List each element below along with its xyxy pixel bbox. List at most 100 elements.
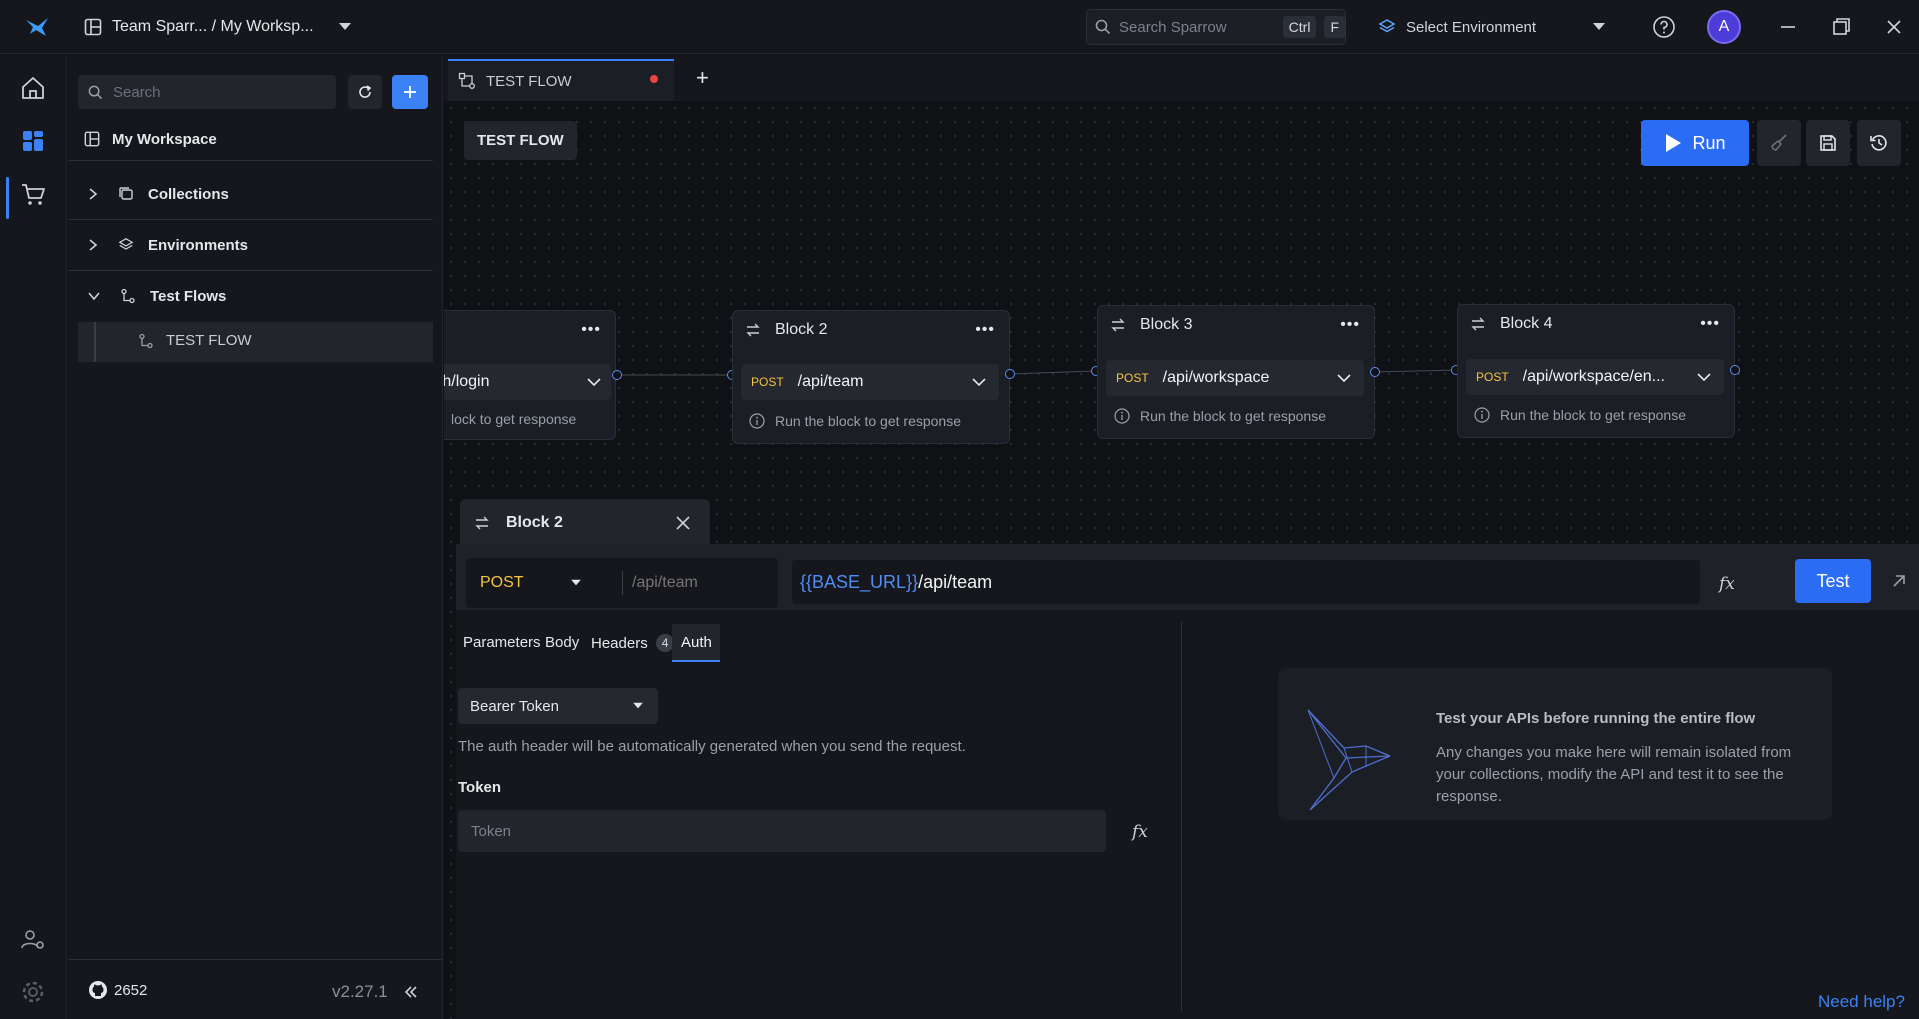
settings-gear-icon[interactable] (18, 977, 48, 1007)
chevron-down-icon (587, 377, 601, 387)
block-request-select[interactable]: POST /api/team (741, 364, 999, 400)
tab-parameters[interactable]: Parameters (463, 634, 541, 651)
chevron-right-icon (88, 188, 98, 200)
block-path: /api/workspace/en... (1522, 368, 1665, 385)
global-search[interactable]: Search Sparrow Ctrl F (1086, 9, 1346, 45)
block-more-icon[interactable]: ••• (975, 321, 995, 339)
add-button[interactable] (392, 75, 428, 109)
flow-canvas[interactable]: TEST FLOW Run ••• uth/login lock to get … (444, 101, 1919, 1019)
flow-block-4[interactable]: Block 4 ••• POST /api/workspace/en... Ru… (1457, 304, 1735, 438)
block-note: lock to get response (451, 411, 577, 427)
info-icon (1474, 407, 1490, 423)
method-label: POST (480, 574, 524, 591)
home-icon[interactable] (18, 73, 48, 103)
method-select[interactable]: POST (480, 574, 582, 592)
info-text: Any changes you make here will remain is… (1436, 744, 1792, 805)
block-more-icon[interactable]: ••• (1700, 315, 1720, 333)
panel-tab-block-2[interactable]: Block 2 (460, 499, 710, 545)
token-input[interactable] (458, 810, 1106, 852)
workspace-path: Team Sparr... / My Worksp... (112, 18, 314, 35)
refresh-button[interactable] (348, 75, 382, 109)
block-note: Run the block to get response (1114, 408, 1326, 424)
block-output-port[interactable] (1730, 365, 1740, 375)
minimize-icon[interactable] (1776, 15, 1800, 39)
test-flow-icon (138, 333, 154, 349)
block-output-port[interactable] (1005, 369, 1015, 379)
block-header: Block 3 (1110, 316, 1192, 334)
navigation-rail (0, 55, 67, 1019)
block-request-select[interactable]: POST /api/workspace/en... (1466, 359, 1724, 395)
environment-label: Select Environment (1406, 18, 1537, 36)
tab-body[interactable]: Body (545, 634, 579, 651)
token-label: Token (458, 779, 502, 796)
flow-block-2[interactable]: Block 2 ••• POST /api/team Run the block… (732, 310, 1010, 444)
workspace-grid-icon[interactable] (18, 126, 48, 156)
user-avatar[interactable]: A (1707, 10, 1741, 44)
close-window-icon[interactable] (1882, 15, 1906, 39)
help-icon[interactable] (1652, 15, 1676, 39)
environment-select[interactable]: Select Environment (1378, 12, 1608, 42)
method-tag: POST (1116, 371, 1149, 385)
sidebar-item-label: Test Flows (150, 287, 227, 305)
tab-auth[interactable]: Auth (681, 634, 712, 651)
flow-block-3[interactable]: Block 3 ••• POST /api/workspace Run the … (1097, 305, 1375, 439)
flow-item: TEST FLOW (138, 332, 252, 349)
workspace-switcher[interactable]: Team Sparr... / My Worksp... (84, 12, 352, 42)
block-title: Block 3 (1140, 316, 1193, 333)
transfer-arrows-icon (1470, 316, 1486, 332)
auth-type-select[interactable]: Bearer Token (458, 688, 658, 724)
collapse-sidebar-icon[interactable] (403, 984, 419, 1000)
active-indicator (6, 177, 9, 219)
environments-icon (118, 237, 134, 253)
divider (68, 219, 433, 220)
app-version: v2.27.1 (332, 982, 388, 1001)
sparrow-logo-icon[interactable] (24, 14, 50, 40)
sidebar-item-test-flows[interactable]: Test Flows (68, 281, 433, 311)
flow-list-item-selected[interactable]: TEST FLOW (78, 322, 433, 362)
block-request-select[interactable]: POST /api/workspace (1106, 360, 1364, 396)
sidebar-item-environments[interactable]: Environments (68, 230, 433, 260)
layers-icon (1378, 18, 1396, 36)
sidebar-search-input[interactable]: Search (78, 75, 336, 109)
marketplace-cart-icon[interactable] (18, 179, 48, 209)
svg-text:fx: fx (1718, 574, 1735, 594)
divider (622, 571, 623, 595)
caret-down-icon (632, 702, 644, 710)
workspace-header[interactable]: My Workspace (68, 125, 433, 153)
need-help-link[interactable]: Need help? (1818, 992, 1905, 1012)
block-more-icon[interactable]: ••• (581, 321, 601, 339)
tab-headers[interactable]: Headers 4 (591, 634, 675, 652)
sidebar-item-collections[interactable]: Collections (68, 179, 433, 209)
maximize-icon[interactable] (1829, 15, 1853, 39)
tab-test-flow[interactable]: TEST FLOW (448, 59, 674, 101)
block-output-port[interactable] (612, 370, 622, 380)
expand-arrow-icon[interactable] (1890, 572, 1908, 590)
team-settings-icon[interactable] (18, 925, 48, 955)
block-name-input[interactable] (632, 568, 770, 598)
flow-block-1[interactable]: ••• uth/login lock to get response (444, 310, 616, 440)
tree-line (94, 322, 96, 362)
function-fx-icon[interactable]: fx (1131, 820, 1153, 842)
workspace-icon (84, 131, 100, 147)
function-fx-icon[interactable]: fx (1718, 572, 1740, 594)
unsaved-indicator (650, 75, 658, 83)
close-panel-icon[interactable] (676, 516, 690, 530)
url-input[interactable]: {{BASE_URL}} /api/team (792, 560, 1700, 604)
new-tab-plus-icon[interactable]: + (696, 65, 709, 91)
sidebar: Search My Workspace Collections Environm… (68, 55, 443, 1019)
block-title: Block 4 (1500, 315, 1553, 332)
github-stars-link[interactable]: 2652 (88, 980, 147, 1000)
chevron-down-icon (1337, 373, 1351, 383)
block-path: uth/login (444, 373, 490, 390)
block-output-port[interactable] (1370, 367, 1380, 377)
caret-down-icon (338, 22, 352, 32)
chevron-down-icon (972, 377, 986, 387)
block-more-icon[interactable]: ••• (1340, 316, 1360, 334)
request-panel: POST {{BASE_URL}} /api/team fx Test Para… (456, 544, 1919, 1019)
method-and-path: POST (466, 558, 778, 608)
block-request-select[interactable]: uth/login (444, 364, 611, 400)
sidebar-item-label: Collections (148, 185, 229, 203)
test-button[interactable]: Test (1795, 559, 1871, 603)
block-path: /api/team (797, 373, 864, 390)
info-title: Test your APIs before running the entire… (1436, 710, 1756, 727)
